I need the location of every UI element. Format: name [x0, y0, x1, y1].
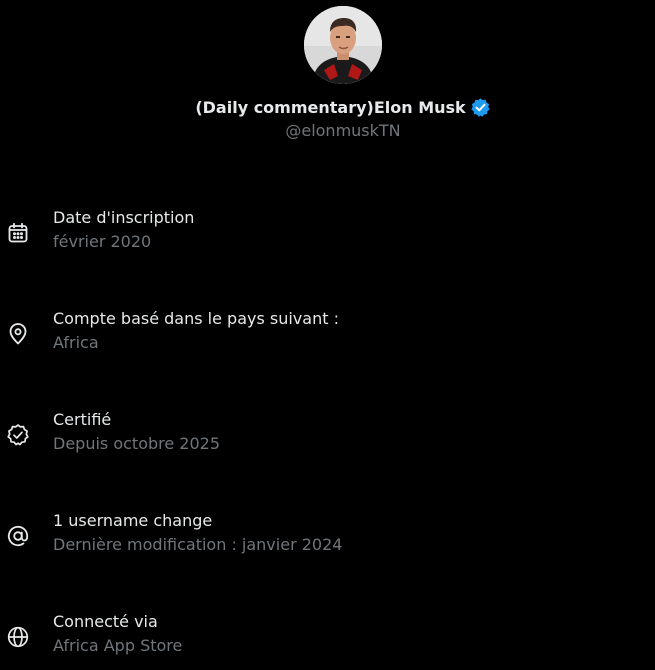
verified-check-icon: [6, 423, 30, 447]
info-label: Certifié: [53, 410, 112, 429]
name-row: (Daily commentary)Elon Musk: [0, 94, 655, 120]
info-value: Africa: [53, 333, 99, 352]
info-label: Date d'inscription: [53, 208, 195, 227]
info-item-username-change: 1 username change Dernière modification …: [0, 511, 655, 563]
info-label: Compte basé dans le pays suivant :: [53, 309, 339, 328]
globe-icon: [6, 625, 30, 649]
verified-badge-icon: [470, 97, 491, 118]
info-item-country: Compte basé dans le pays suivant : Afric…: [0, 309, 655, 361]
info-label: Connecté via: [53, 612, 158, 631]
info-value: Africa App Store: [53, 636, 183, 655]
handle: @elonmuskTN: [285, 121, 401, 140]
info-item-join-date: Date d'inscription février 2020: [0, 208, 655, 260]
info-value: février 2020: [53, 232, 152, 251]
profile-photo: [304, 6, 382, 84]
info-label: 1 username change: [53, 511, 213, 530]
profile-header: (Daily commentary)Elon Musk @elonmuskTN: [0, 0, 655, 150]
display-name: (Daily commentary)Elon Musk: [195, 97, 466, 117]
info-item-verified: Certifié Depuis octobre 2025: [0, 410, 655, 462]
info-item-connected-via: Connecté via Africa App Store: [0, 612, 655, 664]
info-value: Depuis octobre 2025: [53, 434, 221, 453]
location-pin-icon: [6, 322, 30, 346]
calendar-icon: [6, 221, 30, 245]
info-value: Dernière modification : janvier 2024: [53, 535, 343, 554]
at-sign-icon: [6, 524, 30, 548]
avatar[interactable]: [304, 6, 382, 84]
